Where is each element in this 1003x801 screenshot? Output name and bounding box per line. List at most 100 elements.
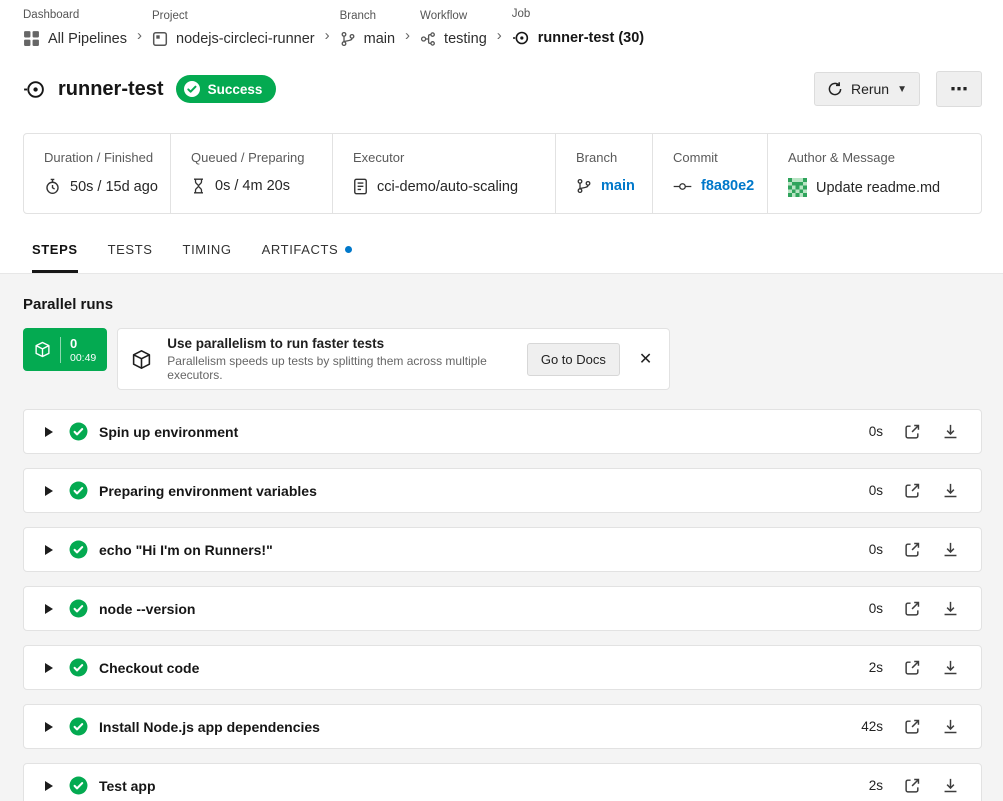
step-row-echo[interactable]: echo "Hi I'm on Runners!" 0s bbox=[23, 527, 982, 572]
grid-icon bbox=[23, 30, 40, 47]
meta-duration: Duration / Finished 50s / 15d ago bbox=[24, 134, 170, 213]
meta-value: 0s / 4m 20s bbox=[215, 178, 290, 194]
open-external-icon[interactable] bbox=[904, 777, 921, 794]
more-actions-button[interactable]: ⋯ bbox=[936, 71, 982, 107]
expand-arrow-icon[interactable] bbox=[45, 545, 53, 555]
step-row-prepare-env[interactable]: Preparing environment variables 0s bbox=[23, 468, 982, 513]
step-duration: 2s bbox=[855, 778, 883, 793]
breadcrumb-link-project[interactable]: nodejs-circleci-runner bbox=[152, 31, 315, 47]
breadcrumb-category: Workflow bbox=[420, 10, 487, 22]
expand-arrow-icon[interactable] bbox=[45, 427, 53, 437]
hourglass-icon bbox=[191, 178, 206, 194]
meta-label: Commit bbox=[673, 150, 757, 165]
step-duration: 42s bbox=[855, 719, 883, 734]
step-duration: 0s bbox=[855, 483, 883, 498]
meta-label: Author & Message bbox=[788, 150, 971, 165]
step-row-node-version[interactable]: node --version 0s bbox=[23, 586, 982, 631]
chevron-right-icon: › bbox=[405, 27, 410, 47]
commit-link[interactable]: f8a80e2 bbox=[673, 178, 757, 194]
expand-arrow-icon[interactable] bbox=[45, 663, 53, 673]
meta-label: Executor bbox=[353, 150, 545, 165]
breadcrumb-category: Dashboard bbox=[23, 9, 127, 21]
open-external-icon[interactable] bbox=[904, 600, 921, 617]
tab-timing[interactable]: TIMING bbox=[183, 242, 232, 273]
meta-commit: Commit f8a80e2 bbox=[652, 134, 767, 213]
chevron-right-icon: › bbox=[325, 27, 330, 47]
step-list: Spin up environment 0s Preparing environ… bbox=[23, 409, 982, 801]
step-duration: 0s bbox=[855, 601, 883, 616]
parallel-run-badge[interactable]: 0 00:49 bbox=[23, 328, 107, 371]
breadcrumb-item-job: Job runner-test (30) bbox=[512, 8, 644, 47]
go-to-docs-button[interactable]: Go to Docs bbox=[527, 343, 620, 376]
expand-arrow-icon[interactable] bbox=[45, 486, 53, 496]
executor-doc-icon bbox=[353, 178, 368, 195]
breadcrumb-link-all-pipelines[interactable]: All Pipelines bbox=[23, 30, 127, 47]
expand-arrow-icon[interactable] bbox=[45, 722, 53, 732]
rerun-button[interactable]: Rerun ▼ bbox=[814, 72, 920, 106]
close-icon[interactable]: ✕ bbox=[635, 347, 656, 371]
step-name: Spin up environment bbox=[99, 424, 238, 440]
download-icon[interactable] bbox=[942, 718, 959, 735]
open-external-icon[interactable] bbox=[904, 423, 921, 440]
breadcrumb-item-workflow: Workflow testing bbox=[420, 10, 487, 47]
step-row-install-deps[interactable]: Install Node.js app dependencies 42s bbox=[23, 704, 982, 749]
step-name: Install Node.js app dependencies bbox=[99, 719, 320, 735]
step-name: Checkout code bbox=[99, 660, 199, 676]
download-icon[interactable] bbox=[942, 541, 959, 558]
open-external-icon[interactable] bbox=[904, 482, 921, 499]
chevron-right-icon: › bbox=[497, 27, 502, 47]
breadcrumb-label: nodejs-circleci-runner bbox=[176, 31, 315, 47]
download-icon[interactable] bbox=[942, 600, 959, 617]
expand-arrow-icon[interactable] bbox=[45, 604, 53, 614]
breadcrumb-link-job[interactable]: runner-test (30) bbox=[512, 29, 644, 47]
download-icon[interactable] bbox=[942, 777, 959, 794]
breadcrumb-link-branch[interactable]: main bbox=[340, 31, 395, 47]
tab-tests[interactable]: TESTS bbox=[108, 242, 153, 273]
breadcrumb-link-workflow[interactable]: testing bbox=[420, 31, 487, 47]
meta-branch: Branch main bbox=[555, 134, 652, 213]
breadcrumb-label: All Pipelines bbox=[48, 31, 127, 47]
branch-icon bbox=[576, 178, 592, 194]
breadcrumb-label: main bbox=[364, 31, 395, 47]
status-label: Success bbox=[208, 82, 263, 97]
meta-label: Branch bbox=[576, 150, 642, 165]
breadcrumb: Dashboard All Pipelines › Project nodejs… bbox=[0, 0, 1003, 47]
step-row-test-app[interactable]: Test app 2s bbox=[23, 763, 982, 801]
meta-author: Author & Message Update readme.md bbox=[767, 134, 981, 213]
steps-panel: Parallel runs 0 00:49 Use parallelism to… bbox=[0, 273, 1003, 801]
expand-arrow-icon[interactable] bbox=[45, 781, 53, 791]
meta-value: f8a80e2 bbox=[701, 178, 754, 194]
step-row-checkout[interactable]: Checkout code 2s bbox=[23, 645, 982, 690]
step-name: node --version bbox=[99, 601, 195, 617]
download-icon[interactable] bbox=[942, 423, 959, 440]
open-external-icon[interactable] bbox=[904, 541, 921, 558]
open-external-icon[interactable] bbox=[904, 659, 921, 676]
success-check-icon bbox=[69, 540, 88, 559]
status-badge: Success bbox=[176, 75, 277, 103]
step-duration: 2s bbox=[855, 660, 883, 675]
chevron-down-icon: ▼ bbox=[897, 84, 907, 95]
job-meta-card: Duration / Finished 50s / 15d ago Queued… bbox=[23, 133, 982, 214]
job-icon bbox=[23, 78, 46, 101]
step-name: Test app bbox=[99, 778, 156, 794]
breadcrumb-category: Job bbox=[512, 8, 644, 20]
project-icon bbox=[152, 31, 168, 47]
rerun-icon bbox=[827, 81, 843, 97]
step-duration: 0s bbox=[855, 542, 883, 557]
breadcrumb-category: Branch bbox=[340, 10, 395, 22]
branch-icon bbox=[340, 31, 356, 47]
tab-artifacts[interactable]: ARTIFACTS bbox=[262, 242, 353, 273]
workflow-icon bbox=[420, 31, 436, 47]
chevron-right-icon: › bbox=[137, 27, 142, 47]
success-check-icon bbox=[69, 717, 88, 736]
step-row-spin-up[interactable]: Spin up environment 0s bbox=[23, 409, 982, 454]
tab-steps[interactable]: STEPS bbox=[32, 242, 78, 273]
open-external-icon[interactable] bbox=[904, 718, 921, 735]
page-title: runner-test bbox=[58, 78, 164, 101]
notification-dot bbox=[345, 246, 352, 253]
success-check-icon bbox=[69, 658, 88, 677]
branch-link[interactable]: main bbox=[576, 178, 642, 194]
banner-subtitle: Parallelism speeds up tests by splitting… bbox=[167, 354, 512, 382]
download-icon[interactable] bbox=[942, 659, 959, 676]
download-icon[interactable] bbox=[942, 482, 959, 499]
